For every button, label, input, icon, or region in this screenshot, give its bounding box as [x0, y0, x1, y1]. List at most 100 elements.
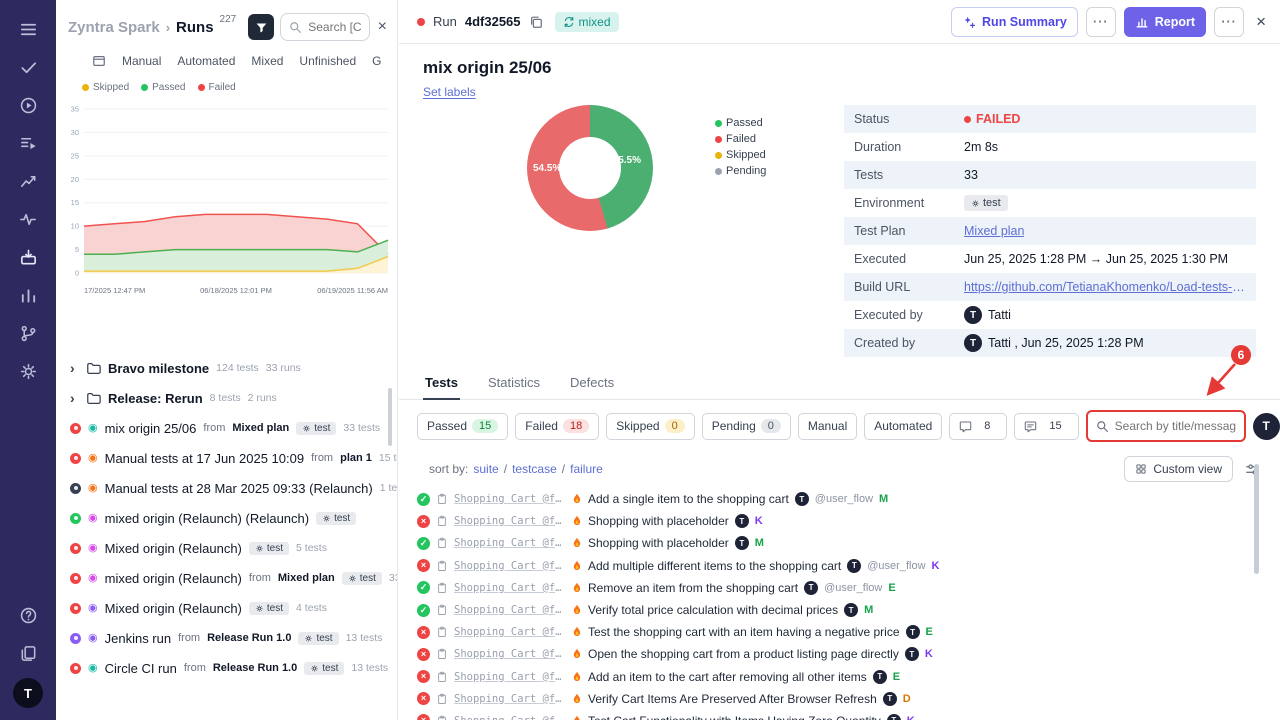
test-row[interactable]: ✓ Shopping Cart @first… Verify total pri… [417, 599, 1268, 621]
test-suite[interactable]: Shopping Cart @first… [454, 515, 566, 527]
filter-pill[interactable]: 15 [1014, 413, 1078, 440]
runs-tree-row[interactable]: ◉ Circle CI run from Release Run 1.0 tes… [56, 653, 397, 683]
test-suite[interactable]: Shopping Cart @first… [454, 715, 566, 720]
test-suite[interactable]: Shopping Cart @first… [454, 671, 566, 683]
runs-tree-row[interactable]: ◉ Manual tests at 28 Mar 2025 09:33 (Rel… [56, 473, 397, 503]
test-suite[interactable]: Shopping Cart @first… [454, 493, 566, 505]
metrics-icon[interactable] [9, 162, 47, 200]
project-name[interactable]: Zyntra Spark [68, 19, 160, 36]
test-row[interactable]: × Shopping Cart @first… Verify Cart Item… [417, 688, 1268, 710]
more-actions-icon-2[interactable]: ··· [1214, 7, 1244, 37]
filter-pill[interactable]: Skipped 0 [606, 413, 695, 440]
test-suite[interactable]: Shopping Cart @first… [454, 537, 566, 549]
panel-close-icon[interactable]: × [376, 18, 389, 36]
runs-tree-row[interactable]: › Bravo milestone 124 tests 33 runs [56, 353, 397, 383]
test-row[interactable]: × Shopping Cart @first… Test Cart Functi… [417, 710, 1268, 720]
chevron-right-icon[interactable]: › [70, 360, 79, 376]
run-summary-button[interactable]: Run Summary [951, 7, 1078, 37]
test-plans-icon[interactable] [9, 124, 47, 162]
custom-view-button[interactable]: Custom view [1124, 456, 1233, 482]
runs-tree-row[interactable]: ◉ mixed origin (Relaunch) (Relaunch) tes… [56, 503, 397, 533]
test-list-scrollbar[interactable] [1254, 464, 1259, 720]
donut-legend-item[interactable]: Skipped [715, 149, 766, 161]
runs-type-tab[interactable]: Manual [122, 54, 161, 68]
projects-icon[interactable] [9, 634, 47, 672]
runs-tree-row[interactable]: ◉ mix origin 25/06 from Mixed plan test … [56, 413, 397, 443]
filter-pill[interactable]: 8 [949, 413, 1007, 440]
sort-option[interactable]: testcase [512, 462, 557, 476]
test-title[interactable]: Shopping with placeholder [588, 536, 729, 550]
sort-option[interactable]: suite [473, 462, 498, 476]
legend-item[interactable]: Skipped [82, 82, 129, 93]
test-title[interactable]: Open the shopping cart from a product li… [588, 647, 899, 661]
runs-tree-row[interactable]: ◉ Manual tests at 17 Jun 2025 10:09 from… [56, 443, 397, 473]
test-row[interactable]: ✓ Shopping Cart @first… Shopping with pl… [417, 532, 1268, 554]
branch-icon[interactable] [9, 314, 47, 352]
assignee-avatar[interactable]: T [1253, 413, 1280, 440]
runs-type-tab[interactable]: Unfinished [299, 54, 356, 68]
test-suite[interactable]: Shopping Cart @first… [454, 693, 566, 705]
test-title[interactable]: Test Cart Functionality with Items Havin… [588, 714, 881, 720]
copy-icon[interactable] [529, 15, 543, 29]
chevron-right-icon[interactable]: › [70, 390, 79, 406]
runs-tree-row[interactable]: ◉ mixed origin (Relaunch) from Mixed pla… [56, 563, 397, 593]
test-row[interactable]: × Shopping Cart @first… Open the shoppin… [417, 643, 1268, 665]
detail-link[interactable]: https://github.com/TetianaKhomenko/Load-… [964, 280, 1246, 294]
help-icon[interactable] [9, 596, 47, 634]
sort-option[interactable]: failure [570, 462, 603, 476]
filter-pill[interactable]: Failed 18 [515, 413, 599, 440]
menu-icon[interactable] [9, 10, 47, 48]
detail-link[interactable]: Mixed plan [964, 224, 1024, 238]
legend-item[interactable]: Failed [198, 82, 236, 93]
filter-button[interactable] [248, 14, 274, 40]
test-title[interactable]: Shopping with placeholder [588, 514, 729, 528]
test-title[interactable]: Add an item to the cart after removing a… [588, 670, 867, 684]
runs-tree-row[interactable]: ◉ Mixed origin (Relaunch) test 4 tests [56, 593, 397, 623]
runs-type-all-icon[interactable] [92, 54, 106, 68]
report-button[interactable]: Report [1124, 7, 1206, 37]
import-icon[interactable] [9, 238, 47, 276]
test-suite[interactable]: Shopping Cart @first… [454, 560, 566, 572]
activity-icon[interactable] [9, 200, 47, 238]
test-row[interactable]: ✓ Shopping Cart @first… Add a single ite… [417, 488, 1268, 510]
filter-pill[interactable]: Passed 15 [417, 413, 508, 440]
set-labels-link[interactable]: Set labels [423, 85, 476, 99]
runs-search[interactable] [280, 13, 369, 41]
test-row[interactable]: × Shopping Cart @first… Add multiple dif… [417, 555, 1268, 577]
filter-pill[interactable]: Pending 0 [702, 413, 791, 440]
test-search-input[interactable] [1115, 419, 1236, 433]
test-row[interactable]: × Shopping Cart @first… Test the shoppin… [417, 621, 1268, 643]
donut-legend-item[interactable]: Passed [715, 117, 766, 129]
runs-type-tab[interactable]: Automated [177, 54, 235, 68]
test-suite[interactable]: Shopping Cart @first… [454, 582, 566, 594]
filter-pill[interactable]: Manual [798, 413, 857, 440]
test-row[interactable]: × Shopping Cart @first… Add an item to t… [417, 666, 1268, 688]
test-title[interactable]: Verify total price calculation with deci… [588, 603, 838, 617]
filter-pill[interactable]: Automated [864, 413, 942, 440]
test-row[interactable]: × Shopping Cart @first… Shopping with pl… [417, 510, 1268, 532]
test-row[interactable]: ✓ Shopping Cart @first… Remove an item f… [417, 577, 1268, 599]
report-icon[interactable] [9, 276, 47, 314]
check-icon[interactable] [9, 48, 47, 86]
test-title[interactable]: Test the shopping cart with an item havi… [588, 625, 900, 639]
detail-tab[interactable]: Defects [568, 371, 616, 399]
detail-tab[interactable]: Tests [423, 371, 460, 400]
test-title[interactable]: Verify Cart Items Are Preserved After Br… [588, 692, 877, 706]
donut-legend-item[interactable]: Pending [715, 165, 766, 177]
test-suite[interactable]: Shopping Cart @first… [454, 604, 566, 616]
detail-tab[interactable]: Statistics [486, 371, 542, 399]
user-avatar[interactable]: T [13, 678, 43, 708]
scrollbar-thumb[interactable] [1254, 464, 1259, 574]
runs-icon[interactable] [9, 86, 47, 124]
runs-tree-row[interactable]: ◉ Mixed origin (Relaunch) test 5 tests [56, 533, 397, 563]
test-suite[interactable]: Shopping Cart @first… [454, 626, 566, 638]
more-actions-icon[interactable]: ··· [1086, 7, 1116, 37]
donut-legend-item[interactable]: Failed [715, 133, 766, 145]
runs-tree-row[interactable]: ◉ Jenkins run from Release Run 1.0 test … [56, 623, 397, 653]
runs-type-tab[interactable]: Mixed [251, 54, 283, 68]
test-suite[interactable]: Shopping Cart @first… [454, 648, 566, 660]
test-title[interactable]: Add a single item to the shopping cart [588, 492, 789, 506]
test-title[interactable]: Remove an item from the shopping cart [588, 581, 798, 595]
runs-search-input[interactable] [308, 20, 360, 34]
panel-scrollbar[interactable] [388, 388, 392, 446]
